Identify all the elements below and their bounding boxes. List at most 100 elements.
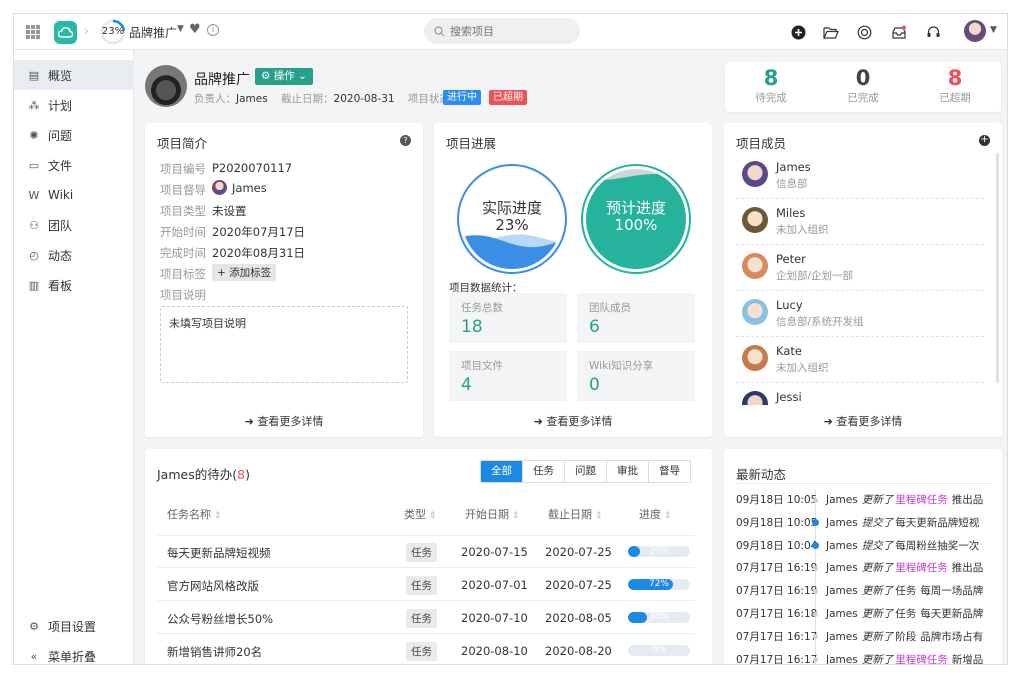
- task-progress-text: 72%: [648, 579, 669, 589]
- stat-box[interactable]: 任务总数 18: [449, 293, 567, 343]
- stat-box[interactable]: Wiki知识分享 0: [577, 351, 695, 401]
- search-box[interactable]: [424, 18, 580, 44]
- member-row[interactable]: James 信息部: [736, 153, 984, 199]
- sort-icon: ⇕: [661, 511, 672, 521]
- apps-grid-icon[interactable]: [26, 25, 40, 39]
- todo-card: James的待办(8) 全部 任务 问题 审批 督导 任务名称 ⇕ 类型 ⇕ 开始日期 ⇕ 截…: [145, 449, 712, 664]
- activity-user: James: [826, 562, 858, 575]
- sidebar-item-6[interactable]: ◴ 动态: [14, 240, 134, 270]
- activity-item[interactable]: 07月17日 16:19 James 更新了 任务 每周一场品牌: [736, 580, 986, 602]
- column-header-label: 截止日期: [548, 508, 592, 521]
- todo-tab-4[interactable]: 督导: [649, 461, 690, 482]
- column-header[interactable]: 任务名称 ⇕: [167, 506, 221, 522]
- member-row[interactable]: Peter 企划部/企划一部: [736, 245, 984, 291]
- column-header[interactable]: 截止日期 ⇕: [548, 506, 602, 522]
- sidebar-item-7[interactable]: ▥ 看板: [14, 270, 134, 300]
- todo-tab-3[interactable]: 审批: [607, 461, 649, 482]
- add-circle-icon[interactable]: [789, 23, 807, 41]
- task-name[interactable]: 新增销售讲师20名: [167, 644, 262, 660]
- chevron-down-icon[interactable]: ▼: [990, 25, 997, 35]
- view-more-link[interactable]: ➜ 查看更多详情: [434, 413, 712, 429]
- inbox-notification-icon[interactable]: [890, 23, 908, 41]
- member-row[interactable]: Miles 未加入组织: [736, 199, 984, 245]
- activity-user: James: [826, 585, 858, 598]
- sidebar-item-1[interactable]: ⁂ 计划: [14, 90, 134, 120]
- sidebar-item-label: 项目设置: [48, 619, 97, 634]
- info-icon[interactable]: i: [207, 24, 219, 36]
- view-more-link[interactable]: ➜ 查看更多详情: [724, 413, 1002, 429]
- task-name[interactable]: 公众号粉丝增长50%: [167, 611, 273, 627]
- activity-item[interactable]: 07月17日 16:19 James 更新了 里程碑任务 推出品: [736, 557, 986, 579]
- member-dept: 信息部: [776, 178, 808, 190]
- column-header[interactable]: 类型 ⇕: [404, 506, 436, 522]
- add-tag-button[interactable]: + 添加标签: [212, 264, 277, 281]
- sidebar-item-label: 文件: [48, 158, 73, 173]
- help-lifebuoy-icon[interactable]: [855, 23, 873, 41]
- heart-icon[interactable]: ♥: [189, 22, 201, 37]
- member-list-scrollbar[interactable]: [996, 153, 999, 383]
- activity-item[interactable]: 09月18日 10:05 James 提交了 每天更新品牌短视: [736, 512, 986, 534]
- task-start-date: 2020-07-10: [461, 611, 528, 625]
- project-intro-card: 项目简介 ? 项目编号 P2020070117 项目督导 James 项目类型 未设置 开始…: [145, 123, 423, 437]
- project-switcher[interactable]: 品牌推广: [129, 24, 177, 41]
- activity-item[interactable]: 07月17日 16:17 James 更新了 里程碑任务 新增品: [736, 649, 986, 664]
- table-row[interactable]: 每天更新品牌短视频 任务 2020-07-15 2020-07-25 20%: [145, 535, 712, 568]
- todo-tab-2[interactable]: 问题: [565, 461, 607, 482]
- column-header[interactable]: 开始日期 ⇕: [465, 506, 519, 522]
- activity-item[interactable]: 07月17日 16:18 James 更新了 任务 每天更新品牌: [736, 603, 986, 625]
- task-name[interactable]: 每天更新品牌短视频: [167, 545, 271, 561]
- folder-open-icon[interactable]: [822, 23, 840, 41]
- task-name[interactable]: 官方网站风格改版: [167, 578, 259, 594]
- sidebar-item-5[interactable]: ⚇ 团队: [14, 210, 134, 240]
- search-input[interactable]: [450, 24, 570, 38]
- summary-done[interactable]: 0 已完成: [817, 66, 909, 105]
- user-avatar[interactable]: [964, 20, 986, 42]
- card-title: 项目简介: [157, 136, 208, 151]
- activity-item[interactable]: 09月18日 10:05 James 更新了 里程碑任务 推出品: [736, 489, 986, 511]
- chevron-down-icon[interactable]: ▼: [177, 24, 184, 34]
- column-header[interactable]: 进度 ⇕: [639, 506, 671, 522]
- stat-box[interactable]: 团队成员 6: [577, 293, 695, 343]
- folder-icon: ▭: [28, 158, 40, 172]
- column-header-label: 任务名称: [167, 508, 211, 521]
- actions-dropdown-button[interactable]: ⚙ 操作 ⌄: [255, 68, 313, 85]
- timeline-dot-active-icon: [812, 519, 819, 527]
- project-meta: 负责人：James 截止日期：2020-08-31 项目状态：: [194, 91, 460, 106]
- add-member-icon[interactable]: +: [979, 135, 990, 146]
- summary-overdue[interactable]: 8 已超期: [909, 66, 1001, 105]
- member-row[interactable]: Lucy 信息部/系统开发组: [736, 291, 984, 337]
- member-row[interactable]: Kate 未加入组织: [736, 337, 984, 383]
- table-row[interactable]: 新增销售讲师20名 任务 2020-08-10 2020-08-20 0%: [145, 634, 712, 664]
- activity-time: 07月17日 16:19: [736, 562, 818, 575]
- sidebar-item-settings[interactable]: ⚙ 项目设置: [14, 611, 134, 641]
- sort-icon: ⇕: [592, 511, 603, 521]
- activity-kind: 任务: [895, 608, 917, 620]
- help-icon[interactable]: ?: [400, 135, 411, 146]
- table-row[interactable]: 公众号粉丝增长50% 任务 2020-07-10 2020-08-05 30%: [145, 601, 712, 634]
- collapse-menu-button[interactable]: « 菜单折叠: [14, 641, 134, 664]
- cloud-logo-icon[interactable]: [54, 21, 77, 44]
- todo-tab-1[interactable]: 任务: [523, 461, 565, 482]
- field-label: 项目说明: [160, 288, 206, 302]
- member-avatar: [742, 207, 768, 233]
- description-box[interactable]: 未填写项目说明: [160, 306, 408, 383]
- todo-tab-0[interactable]: 全部: [481, 461, 523, 482]
- sidebar-item-4[interactable]: W Wiki: [14, 180, 134, 210]
- stat-box[interactable]: 项目文件 4: [449, 351, 567, 401]
- activity-item[interactable]: 07月17日 16:17 James 更新了 阶段 品牌市场占有: [736, 626, 986, 648]
- done-count: 0: [855, 66, 871, 90]
- view-more-link[interactable]: ➜ 查看更多详情: [145, 413, 423, 429]
- supervisor-value[interactable]: James: [212, 180, 267, 195]
- activity-text: 每天更新品牌短视: [895, 516, 980, 529]
- sidebar-item-2[interactable]: ✺ 问题: [14, 120, 134, 150]
- table-row[interactable]: 官方网站风格改版 任务 2020-07-01 2020-07-25 72%: [145, 568, 712, 601]
- headset-icon[interactable]: [924, 23, 942, 41]
- member-row[interactable]: Jessi: [736, 383, 984, 405]
- sidebar-item-0[interactable]: ▤ 概览: [14, 60, 134, 90]
- summary-pending[interactable]: 8 待完成: [725, 66, 817, 105]
- sidebar-item-3[interactable]: ▭ 文件: [14, 150, 134, 180]
- activity-item[interactable]: 09月18日 10:04 James 提交了 每周粉丝抽奖一次: [736, 535, 986, 557]
- task-type-tag: 任务: [406, 609, 437, 628]
- sidebar-item-label: 动态: [48, 248, 73, 263]
- project-progress-card: 项目进展 实际进度 23% 预计进度 100% 项目数据统计： 任务总数 18 …: [434, 123, 712, 437]
